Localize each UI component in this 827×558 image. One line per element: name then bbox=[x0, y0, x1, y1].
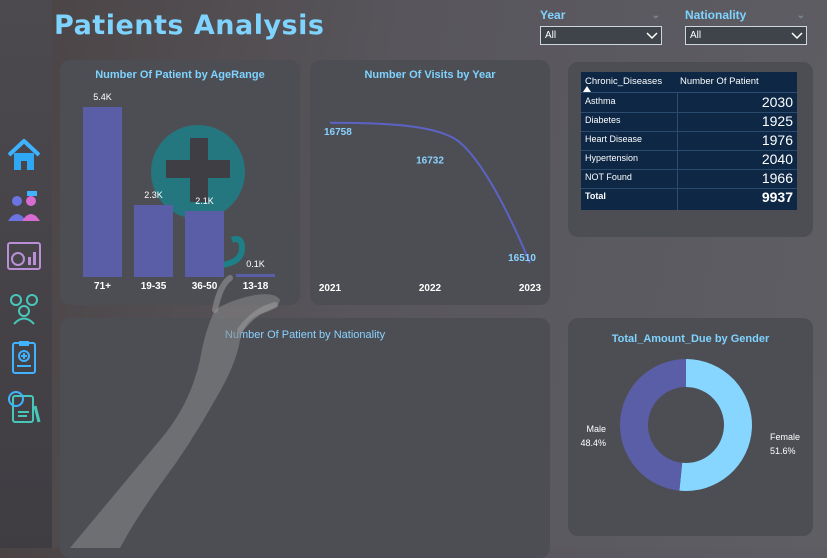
table-row: NOT Found 1966 bbox=[581, 169, 797, 189]
gender-card[interactable]: Total_Amount_Due by Gender Male 48.4% Fema… bbox=[568, 318, 813, 536]
age-bar[interactable] bbox=[134, 204, 173, 277]
total-label: Total bbox=[585, 191, 606, 201]
disease-count: 2030 bbox=[761, 94, 793, 110]
sort-arrow-icon bbox=[583, 86, 591, 92]
age-range-card[interactable]: Number Of Patient by AgeRange 5.4K 71+ 2.3… bbox=[60, 60, 300, 305]
female-label: Female bbox=[770, 432, 800, 442]
nationality-slicer-label: Nationality bbox=[685, 8, 747, 22]
age-bar-label: 0.1K bbox=[246, 258, 265, 269]
table-row: Asthma 2030 bbox=[581, 93, 797, 113]
header-patients[interactable]: Number Of Patient bbox=[680, 76, 759, 87]
disease-count: 1925 bbox=[761, 113, 793, 129]
table-total-row: Total 9937 bbox=[581, 188, 797, 207]
year-slicer[interactable]: Year ⌄ All bbox=[540, 8, 662, 45]
male-label: Male bbox=[586, 424, 606, 434]
chevron-down-icon[interactable]: ⌄ bbox=[797, 10, 805, 21]
visits-data-label: 16758 bbox=[324, 127, 352, 138]
chevron-down-icon bbox=[646, 32, 658, 40]
female-slice[interactable] bbox=[679, 359, 752, 491]
diseases-table: Chronic_Diseases Number Of Patient Asthm… bbox=[581, 72, 797, 210]
age-bar-label: 2.1K bbox=[195, 195, 214, 206]
medical-report-icon[interactable] bbox=[5, 338, 43, 376]
age-bar-label: 2.3K bbox=[144, 189, 163, 200]
visits-year-label: 2022 bbox=[419, 283, 442, 294]
visits-year-label: 2023 bbox=[519, 283, 542, 294]
visits-line[interactable] bbox=[329, 121, 531, 264]
gender-donut-chart: Male 48.4% Female 51.6% bbox=[580, 359, 800, 491]
table-header: Chronic_Diseases Number Of Patient bbox=[581, 72, 797, 93]
year-dropdown[interactable]: All bbox=[540, 26, 662, 45]
age-chart-title: Number Of Patient by AgeRange bbox=[95, 69, 265, 81]
disease-name: Hypertension bbox=[585, 153, 639, 163]
age-bar-label: 5.4K bbox=[93, 92, 112, 102]
chevron-down-icon[interactable]: ⌄ bbox=[652, 10, 660, 21]
chevron-down-icon bbox=[791, 32, 803, 40]
disease-name: Heart Disease bbox=[585, 134, 643, 144]
visits-data-label: 16732 bbox=[416, 155, 444, 166]
table-row: Diabetes 1925 bbox=[581, 112, 797, 132]
patients-icon[interactable] bbox=[5, 187, 43, 225]
table-row: Hypertension 2040 bbox=[581, 150, 797, 170]
disease-count: 1966 bbox=[761, 170, 793, 186]
disease-name: Asthma bbox=[585, 96, 616, 106]
disease-name: Diabetes bbox=[585, 115, 621, 125]
age-bar[interactable] bbox=[185, 210, 224, 277]
disease-name: NOT Found bbox=[585, 172, 632, 182]
nationality-dropdown[interactable]: All bbox=[685, 26, 807, 45]
header-diseases[interactable]: Chronic_Diseases bbox=[585, 76, 662, 87]
billing-icon[interactable] bbox=[5, 388, 43, 426]
dashboard-icon[interactable] bbox=[5, 238, 43, 276]
total-value: 9937 bbox=[761, 189, 793, 205]
male-slice[interactable] bbox=[619, 359, 686, 491]
disease-count: 2040 bbox=[761, 151, 793, 167]
hand-illustration bbox=[70, 275, 280, 548]
female-percent: 51.6% bbox=[770, 446, 796, 456]
nationality-slicer[interactable]: Nationality ⌄ All bbox=[685, 8, 807, 45]
page-title: Patients Analysis bbox=[54, 10, 325, 41]
year-slicer-label: Year bbox=[540, 8, 566, 22]
visits-line-chart: 16758 2021 16732 2022 16510 2023 bbox=[319, 121, 542, 294]
nationality-dropdown-value: All bbox=[690, 30, 702, 41]
group-icon[interactable] bbox=[5, 289, 43, 327]
male-percent: 48.4% bbox=[580, 438, 606, 448]
disease-count: 1976 bbox=[761, 132, 793, 148]
home-icon[interactable] bbox=[5, 136, 43, 174]
visits-year-label: 2021 bbox=[319, 283, 342, 294]
year-dropdown-value: All bbox=[545, 30, 557, 41]
age-bar[interactable] bbox=[83, 107, 122, 277]
table-row: Heart Disease 1976 bbox=[581, 131, 797, 151]
visits-card[interactable]: Number Of Visits by Year 16758 2021 16732 2… bbox=[310, 60, 550, 305]
visits-data-label: 16510 bbox=[508, 253, 536, 264]
